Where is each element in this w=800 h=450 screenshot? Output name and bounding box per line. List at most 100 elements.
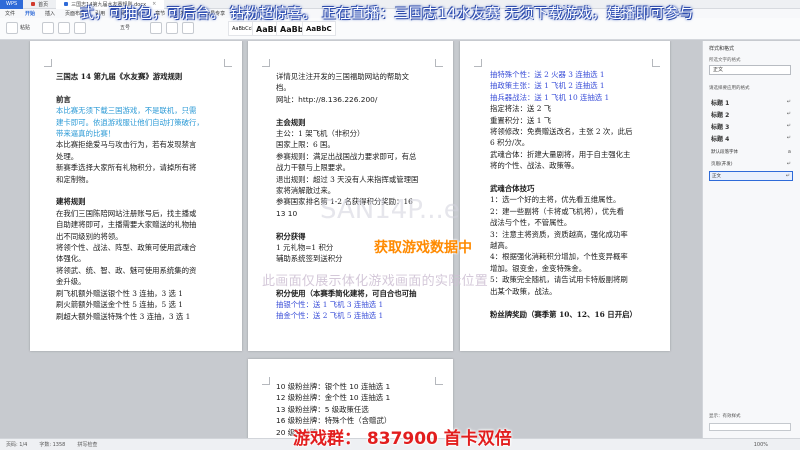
page-corner-mark <box>474 59 482 67</box>
text-line: 参赛规则：满足出战国战力要求即可，有总 <box>276 151 417 161</box>
style-item-heading-2[interactable]: 标题 2 ↵ <box>709 109 793 119</box>
zoom-level[interactable]: 100% <box>748 442 774 448</box>
style-item-header[interactable]: 页眉(开发) ↵ <box>709 159 793 169</box>
style-item-default-font[interactable]: 默认段落字体 a <box>709 147 793 157</box>
text-line <box>276 105 435 116</box>
page-corner-mark <box>44 59 52 67</box>
text-line: 国家上限：6 国。 <box>276 140 335 150</box>
text-line: 指定将法：送 2 飞 <box>490 104 552 114</box>
page-corner-mark <box>435 377 443 385</box>
tab-home[interactable]: 首页 <box>23 1 56 8</box>
copy-icon[interactable] <box>58 22 70 34</box>
document-page-3[interactable]: 抽特殊个性：送 2 火器 3 连抽选 1 抽政策主张：送 1 飞机 2 连抽选 1… <box>460 41 670 351</box>
paste-icon[interactable] <box>6 22 18 34</box>
page-corner-mark <box>262 59 270 67</box>
cut-icon[interactable] <box>42 22 54 34</box>
text-line: 粉丝牌奖励（赛季第 10、12、16 日开启） <box>490 309 637 319</box>
text-line: 越高。 <box>490 241 513 251</box>
menu-home[interactable]: 开始 <box>20 10 40 17</box>
group-number-overlay: 游戏群： 837900 首卡双倍 <box>293 429 512 449</box>
text-line: 详情见注注开发的三国福助网站的帮助文 <box>276 72 410 81</box>
style-name: 标题 2 <box>711 111 730 119</box>
text-line: 将领个性、战法、阵型、政策可使用武魂合 <box>56 243 197 253</box>
current-style-box[interactable]: 正文 <box>709 65 791 75</box>
text-line: 处理。 <box>56 151 79 161</box>
text-line: 在我们三国陈陪网站注册账号后，找主播或 <box>56 208 197 218</box>
text-line: 退出规则：超过 3 天没有人来指挥或管理国 <box>276 174 419 184</box>
text-line: 体强化。 <box>56 254 86 264</box>
menu-file[interactable]: 文件 <box>0 10 20 17</box>
watermark-text: 此画面仅展示体化游戏画面的实际位置 <box>262 274 489 289</box>
text-line: 13 级粉丝牌：5 级政策任选 <box>276 404 369 414</box>
text-line: 和定制物。 <box>56 174 93 184</box>
page-3-text: 抽特殊个性：送 2 火器 3 连抽选 1 抽政策主张：送 1 飞机 2 连抽选 1… <box>490 69 652 320</box>
text-line: 12 级粉丝牌：金个性 10 连抽选 1 <box>276 393 391 403</box>
text-line: 三国志 14 第九届《水友赛》游戏规则 <box>56 72 183 81</box>
paragraph-icon: ↵ <box>786 99 791 105</box>
text-line: 刷飞机额外赠送银个性 3 连抽，3 选 1 <box>56 288 183 298</box>
big-watermark: SAN14P...e <box>320 195 460 225</box>
text-line: 增加。银变金，金变特殊金。 <box>490 263 587 273</box>
text-line: 建将规则 <box>56 197 86 207</box>
word-count[interactable]: 字数: 1358 <box>33 441 71 448</box>
document-page-1[interactable]: 三国志 14 第九届《水友赛》游戏规则 前言 本比赛无须下载三国游戏，不是联机，只… <box>30 41 242 351</box>
pane-title: 样式和格式 <box>709 46 735 52</box>
text-line <box>56 185 224 196</box>
text-line: 主会规则 <box>276 117 306 127</box>
style-name: 标题 3 <box>711 123 730 131</box>
style-name: 标题 1 <box>711 99 730 107</box>
text-line: 武魂合体：折建大量剧将，用于自主强化主 <box>490 149 631 159</box>
text-line: 出不同级别的将领。 <box>56 231 123 241</box>
style-name: 标题 4 <box>711 135 730 143</box>
text-line: 战法与个性，不管属性。 <box>490 218 572 228</box>
text-line: 抽兵器战法：送 1 飞机 10 连抽选 1 <box>490 92 610 102</box>
text-line: 抽银个性：送 1 飞机 3 连抽选 1 <box>276 300 384 310</box>
app-logo[interactable]: WPS <box>0 0 24 9</box>
text-line: 将的个性、战法、政策等。 <box>490 161 579 171</box>
text-line: 积分使用（本赛季简化建将，可自合也可抽 <box>276 288 417 298</box>
style-item-heading-4[interactable]: 标题 4 ↵ <box>709 133 793 143</box>
text-line: 1：选一个好的主将，优先看五维属性。 <box>490 195 621 205</box>
loading-overlay-text: 获取游戏数据中 <box>374 240 472 256</box>
page-corner-mark <box>435 59 443 67</box>
style-item-normal[interactable]: 正文 ↵ <box>709 171 793 181</box>
text-line: 4：根据强化消耗积分增加，个性变异概率 <box>490 252 628 262</box>
paragraph-icon: ↵ <box>786 135 791 141</box>
show-styles-select[interactable] <box>709 423 791 431</box>
document-icon <box>64 2 69 6</box>
style-name: 默认段落字体 <box>711 150 738 155</box>
page-corner-mark <box>224 59 232 67</box>
text-line: 刷超大额外赠送特殊个性 3 连抽，3 选 1 <box>56 311 191 321</box>
paragraph-icon: ↵ <box>786 123 791 129</box>
text-line: 前言 <box>56 94 71 104</box>
style-item-heading-1[interactable]: 标题 1 ↵ <box>709 97 793 107</box>
pane-heading: 请选择要应用的格式 <box>709 86 750 91</box>
text-line: 5：政策完全随机，请告试用卡特版副将刷 <box>490 275 628 285</box>
text-line: 3：注意主将资质，资质越高，强化成功率 <box>490 229 628 239</box>
text-line: 将领修改：免费赠送改名，主张 2 次，此后 <box>490 127 633 137</box>
style-name: 正文 <box>712 174 721 179</box>
text-line <box>490 297 652 308</box>
menu-insert[interactable]: 插入 <box>40 10 60 17</box>
tab-home-label: 首页 <box>38 1 49 8</box>
text-line: 自助建将即可，主播需要大家赠送的礼物抽 <box>56 220 197 230</box>
page-count[interactable]: 页码: 1/4 <box>0 441 33 448</box>
spell-check[interactable]: 拼写检查 <box>71 441 103 448</box>
text-line: 刷火箭额外赠送金个性 5 连抽，5 选 1 <box>56 300 183 310</box>
show-styles-label: 显示：有效样式 <box>709 414 741 419</box>
page-1-text: 三国志 14 第九届《水友赛》游戏规则 前言 本比赛无须下载三国游戏，不是联机，只… <box>56 71 224 322</box>
text-line: 本比赛拒绝爱马与攻击行为，若有发现禁言 <box>56 140 197 150</box>
text-line: 2：建一些副将（卡将或飞机将），优先看 <box>490 206 625 216</box>
style-item-heading-3[interactable]: 标题 3 ↵ <box>709 121 793 131</box>
page-corner-mark <box>262 377 270 385</box>
document-canvas[interactable]: 三国志 14 第九届《水友赛》游戏规则 前言 本比赛无须下载三国游戏，不是联机，只… <box>0 41 702 438</box>
paragraph-icon: ↵ <box>786 111 791 117</box>
text-line: 出某个政策，战法。 <box>490 286 557 296</box>
text-line: 武魂合体技巧 <box>490 184 535 194</box>
paragraph-icon: ↵ <box>786 161 791 167</box>
styles-pane: 样式和格式 所选文字的格式 正文 请选择要应用的格式 标题 1 ↵ 标题 2 ↵ 标… <box>702 41 800 438</box>
text-line <box>56 82 224 93</box>
text-line: 网址：http://8.136.226.200/ <box>276 94 378 104</box>
text-line: 6 积分/次。 <box>490 138 530 148</box>
text-line: 抽特殊个性：送 2 火器 3 连抽选 1 <box>490 70 605 79</box>
